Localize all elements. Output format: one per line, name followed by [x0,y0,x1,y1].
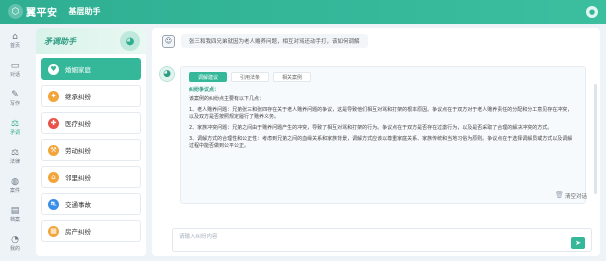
app-subtitle: 基层助手 [68,7,101,16]
user-avatar-icon[interactable]: ● [586,6,598,18]
category-icon: ⚒ [48,144,59,156]
scrollbar[interactable] [594,84,597,194]
category-label: 交通事故 [65,201,91,209]
trash-icon[interactable]: 🗑 [555,191,564,199]
rail-item-6[interactable]: ▤ 档案 [0,202,30,228]
category-item[interactable]: ⚒ 劳动纠纷 [41,139,141,161]
panel-title: 矛调助手 [44,35,76,46]
category-item[interactable]: ⌂ 邻里纠纷 [41,166,141,188]
answer-heading: 纠纷争议点： [189,87,220,93]
rail-item-5[interactable]: ◍ 案件 [0,173,30,199]
chat-panel: ☺ 张三和我四兄弟就因为老人赡养问题，相互对骂还动手打，该如何调解 ◕ 调解建议… [152,28,600,256]
answer-tab[interactable]: 引用法条 [231,72,270,82]
category-label: 房产纠纷 [65,228,91,236]
category-label: 医疗纠纷 [65,120,91,128]
globe-icon: ◍ [11,177,19,187]
user-question: 张三和我四兄弟就因为老人赡养问题，相互对骂还动手打，该如何调解 [181,34,368,48]
answer-tab[interactable]: 相关案例 [273,72,312,82]
rail-item-label: 法律 [9,159,20,165]
category-icon: ♥ [48,63,59,75]
balance-icon: ⚖ [10,119,20,129]
rail-item-0[interactable]: ⌂ 首页 [0,28,30,54]
clear-chat-button[interactable]: 清空对话 [565,192,587,200]
pen-icon: ✎ [11,90,19,100]
chat-icon: ▭ [10,61,20,71]
assistant-avatar-icon: ◕ [159,66,175,82]
rail-item-4[interactable]: ⚖ 法律 [0,144,30,170]
user-message: ☺ 张三和我四兄弟就因为老人赡养问题，相互对骂还动手打，该如何调解 [162,34,368,48]
category-item[interactable]: ✦ 继承纠纷 [41,85,141,107]
robot-icon: ◕ [120,31,140,51]
category-label: 继承纠纷 [65,93,91,101]
logo-mark-icon: ⬡ [8,4,23,19]
category-icon: ✚ [48,117,59,129]
category-label: 劳动纠纷 [65,147,91,155]
user-icon: ◔ [11,235,19,245]
send-button[interactable]: ➤ [571,237,585,249]
category-item[interactable]: ✚ 医疗纠纷 [41,112,141,134]
top-header: ⬡ 翼平安 基层助手 ● [0,0,606,24]
answer-point: 2、家族冲突问题：兄弟之间由于赡养问题产生的冲突，导致了相互对骂和打架的行为。争… [189,125,553,131]
rail-item-3[interactable]: ⚖ 矛调 [0,115,30,141]
rail-item-label: 我的 [9,246,20,252]
category-item[interactable]: ♥ 婚姻家庭 [41,58,141,80]
rail-item-label: 写作 [9,101,20,107]
answer-body: 纠纷争议点： 该案例的纠纷点主要有以下几点： 1、老人赡养问题：兄弟张三和张四存… [189,87,575,154]
rail-item-7[interactable]: ◔ 我的 [0,231,30,257]
answer-intro: 该案例的纠纷点主要有以下几点： [189,96,265,102]
home-icon: ⌂ [12,32,18,42]
category-list: ♥ 婚姻家庭 ✦ 继承纠纷 ✚ 医疗纠纷 ⚒ 劳动纠纷 ⌂ 邻里纠纷 ⛐ 交通事故 ▦ 房产纠纷 [41,58,141,247]
nav-rail: ⌂ 首页 ▭ 对话 ✎ 写作 ⚖ 矛调 ⚖ 法律 ◍ 案件 ▤ 档案 ◔ 我的 [0,24,30,261]
category-item[interactable]: ▦ 房产纠纷 [41,220,141,242]
message-input[interactable] [179,231,559,243]
rail-item-2[interactable]: ✎ 写作 [0,86,30,112]
answer-tab[interactable]: 调解建议 [189,72,228,82]
category-icon: ⌂ [48,171,59,183]
dispute-category-panel: 矛调助手 ◕ ♥ 婚姻家庭 ✦ 继承纠纷 ✚ 医疗纠纷 ⚒ 劳动纠纷 ⌂ 邻里纠纷 ⛐ 交通事故 ▦ 房产… [36,28,146,256]
scale-icon: ⚖ [10,148,20,158]
logo: ⬡ 翼平安 基层助手 [8,4,101,19]
logo-text: 翼平安 [26,8,58,19]
category-item[interactable]: ⛐ 交通事故 [41,193,141,215]
rail-item-label: 案件 [9,188,20,194]
archive-icon: ▤ [10,206,20,216]
assistant-answer: 调解建议 引用法条 相关案例 纠纷争议点： 该案例的纠纷点主要有以下几点： 1、老人… [180,66,586,204]
category-icon: ▦ [48,225,59,237]
send-icon: ➤ [575,239,581,247]
panel-header: 矛调助手 ◕ [36,28,146,54]
message-input-box: ➤ [172,228,592,252]
rail-item-label: 对话 [9,72,20,78]
answer-point: 1、老人赡养问题：兄弟张三和张四存在关于老人赡养问题的争议，这是导致他们相互对骂… [189,107,573,120]
answer-tabs: 调解建议 引用法条 相关案例 [189,72,312,82]
rail-item-label: 首页 [9,43,20,49]
rail-item-label: 矛调 [9,130,20,136]
category-icon: ⛐ [48,198,59,210]
user-avatar-icon: ☺ [162,34,175,48]
answer-point: 3、调解方式的合理性和公正性：考虑到兄弟之间的血缘关系和家族背景，调解方式应该以… [189,136,573,149]
rail-item-1[interactable]: ▭ 对话 [0,57,30,83]
category-label: 邻里纠纷 [65,174,91,182]
category-icon: ✦ [48,90,59,102]
category-label: 婚姻家庭 [65,66,91,74]
rail-item-label: 档案 [9,217,20,223]
